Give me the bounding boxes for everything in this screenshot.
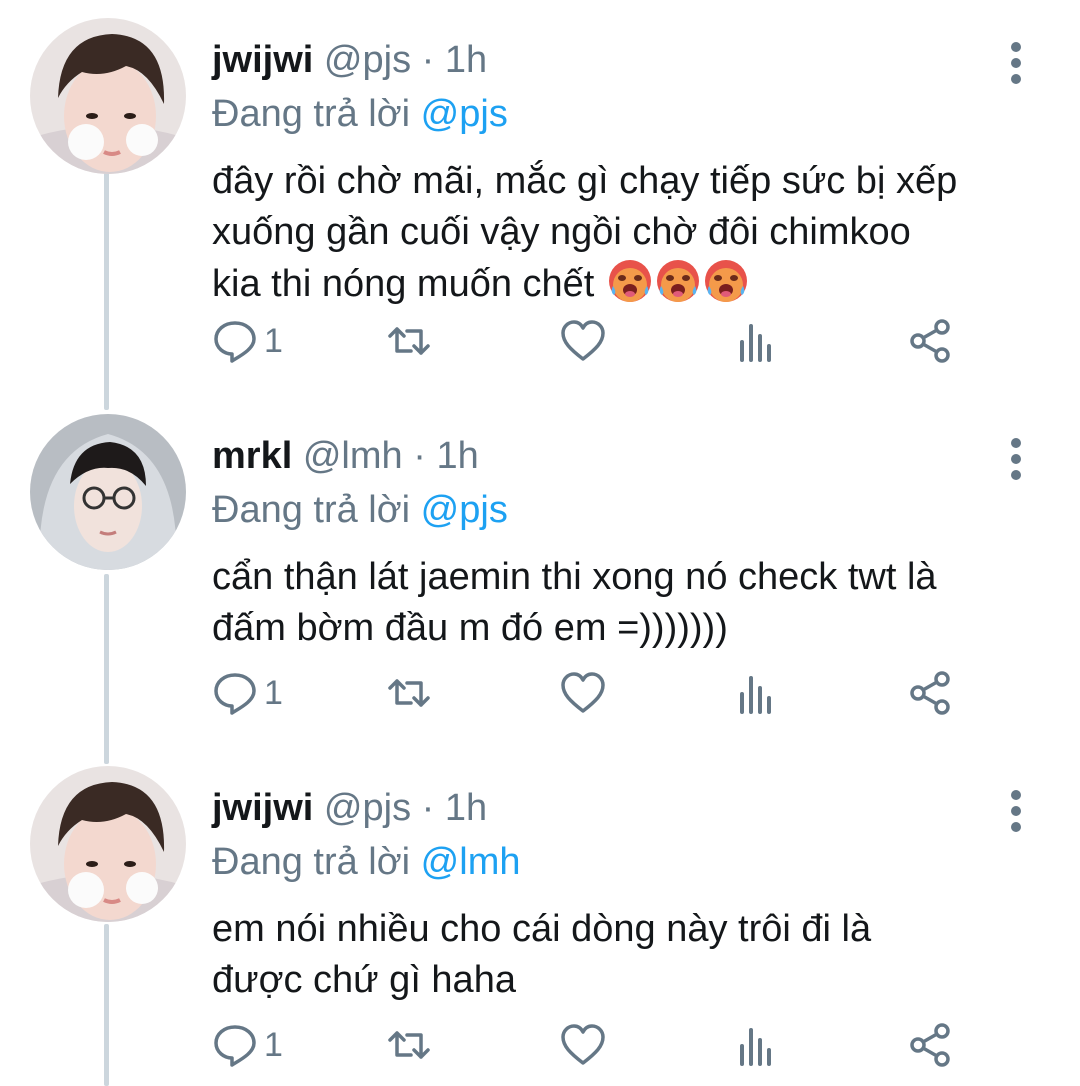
tweet-text-line: đây rồi chờ mãi, mắc gì chạy tiếp sức bị… <box>212 160 958 202</box>
analytics-icon <box>740 676 771 714</box>
reply-button[interactable]: 1 <box>212 1020 283 1070</box>
display-name[interactable]: jwijwi <box>212 787 313 829</box>
analytics-button[interactable] <box>734 316 780 366</box>
replying-to: Đang trả lời @pjs <box>212 488 508 532</box>
like-icon <box>561 320 605 361</box>
tweet-header: jwijwi @pjs · 1h <box>212 38 487 82</box>
tweet[interactable]: mrkl @lmh · 1h Đang trả lời @pjs cẩn thậ… <box>0 414 1080 744</box>
separator: · <box>413 435 426 477</box>
analytics-button[interactable] <box>734 668 780 718</box>
tweet-text: cẩn thận lát jaemin thi xong nó check tw… <box>212 552 1052 654</box>
tweet[interactable]: jwijwi @pjs · 1h Đang trả lời @pjs đây r… <box>0 18 1080 398</box>
tweet-text: em nói nhiều cho cái dòng này trôi đi là… <box>212 904 1052 1006</box>
share-button[interactable] <box>908 668 954 718</box>
retweet-icon <box>388 679 430 707</box>
mention-link[interactable]: @pjs <box>421 489 508 531</box>
username[interactable]: @pjs <box>324 787 411 829</box>
timestamp[interactable]: 1h <box>445 787 487 829</box>
timestamp[interactable]: 1h <box>436 435 478 477</box>
like-icon <box>561 1024 605 1065</box>
analytics-icon <box>740 1028 771 1066</box>
tweet-text-line: em nói nhiều cho cái dòng này trôi đi là <box>212 908 872 950</box>
replying-to: Đang trả lời @pjs <box>212 92 508 136</box>
avatar[interactable] <box>30 18 186 174</box>
tweet-actions: 1 <box>212 1020 972 1070</box>
tweet-text-line: xuống gần cuối vậy ngồi chờ đôi chimkoo <box>212 211 911 253</box>
tweet-text-line: cẩn thận lát jaemin thi xong nó check tw… <box>212 556 937 598</box>
share-button[interactable] <box>908 316 954 366</box>
analytics-icon <box>740 324 771 362</box>
hot-face-emoji <box>656 260 699 302</box>
more-options-icon[interactable] <box>1002 438 1030 498</box>
replying-to: Đang trả lời @lmh <box>212 840 520 884</box>
timestamp[interactable]: 1h <box>445 39 487 81</box>
like-button[interactable] <box>560 1020 606 1070</box>
display-name[interactable]: jwijwi <box>212 39 313 81</box>
share-icon <box>910 1023 950 1067</box>
like-button[interactable] <box>560 668 606 718</box>
tweet-header: mrkl @lmh · 1h <box>212 434 479 478</box>
like-button[interactable] <box>560 316 606 366</box>
tweet-text-line: đấm bờm đầu m đó em =))))))) <box>212 607 728 649</box>
tweet[interactable]: jwijwi @pjs · 1h Đang trả lời @lmh em nó… <box>0 766 1080 1086</box>
reply-count: 1 <box>264 673 283 712</box>
share-icon <box>910 319 950 363</box>
reply-count: 1 <box>264 321 283 360</box>
mention-link[interactable]: @pjs <box>421 93 508 135</box>
reply-button[interactable]: 1 <box>212 316 283 366</box>
retweet-button[interactable] <box>386 668 432 718</box>
tweet-actions: 1 <box>212 316 972 366</box>
analytics-button[interactable] <box>734 1020 780 1070</box>
tweet-actions: 1 <box>212 668 972 718</box>
hot-face-emoji <box>608 260 651 302</box>
retweet-icon <box>388 1031 430 1059</box>
display-name[interactable]: mrkl <box>212 435 292 477</box>
tweet-text: đây rồi chờ mãi, mắc gì chạy tiếp sức bị… <box>212 156 1052 310</box>
separator: · <box>421 39 435 81</box>
share-icon <box>910 671 950 715</box>
hot-face-emoji <box>704 260 747 302</box>
retweet-button[interactable] <box>386 1020 432 1070</box>
retweet-icon <box>388 327 430 355</box>
tweet-header: jwijwi @pjs · 1h <box>212 786 487 830</box>
replying-to-label: Đang trả lời <box>212 841 411 883</box>
retweet-button[interactable] <box>386 316 432 366</box>
avatar[interactable] <box>30 414 186 570</box>
separator: · <box>421 787 435 829</box>
reply-button[interactable]: 1 <box>212 668 283 718</box>
replying-to-label: Đang trả lời <box>212 93 411 135</box>
username[interactable]: @pjs <box>324 39 411 81</box>
reply-icon <box>214 1025 256 1067</box>
reply-icon <box>214 321 256 363</box>
tweet-text-line: kia thi nóng muốn chết <box>212 258 1052 310</box>
replying-to-label: Đang trả lời <box>212 489 411 531</box>
more-options-icon[interactable] <box>1002 790 1030 850</box>
tweet-text-line: được chứ gì haha <box>212 959 516 1001</box>
avatar[interactable] <box>30 766 186 922</box>
more-options-icon[interactable] <box>1002 42 1030 102</box>
reply-icon <box>214 673 256 715</box>
mention-link[interactable]: @lmh <box>421 841 521 883</box>
share-button[interactable] <box>908 1020 954 1070</box>
like-icon <box>561 672 605 713</box>
username[interactable]: @lmh <box>303 435 403 477</box>
reply-count: 1 <box>264 1025 283 1064</box>
